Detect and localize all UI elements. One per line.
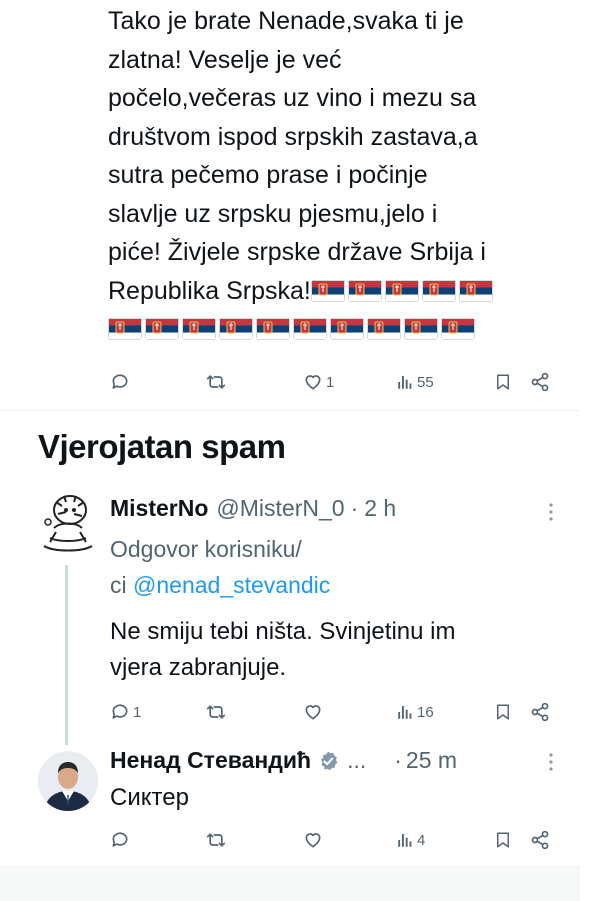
flag-emoji-group [108, 310, 578, 349]
reply-line: Ne smiju tebi ništa. Svinjetinu im [110, 618, 456, 645]
author-handle[interactable]: @MisterN_0 [216, 495, 344, 522]
serbia-flag-icon [310, 279, 345, 302]
share-button[interactable] [530, 830, 550, 850]
reply-text: Ne smiju tebi ništa. Svinjetinu im vjera… [110, 614, 455, 686]
retweet-icon [206, 705, 226, 719]
views-button[interactable]: 55 [396, 373, 434, 391]
serbia-flag-icon [367, 318, 401, 340]
tweet-text: Tako je brate Nenade,svaka ti je zlatna!… [108, 2, 578, 349]
like-button[interactable] [303, 830, 323, 850]
truncated-handle: ... [347, 747, 367, 773]
like-count: 1 [326, 373, 335, 391]
serbia-flag-icon [219, 318, 253, 340]
retweet-button[interactable] [205, 830, 227, 850]
serbia-flag-icon [145, 318, 179, 340]
reply-icon [112, 374, 128, 389]
bookmark-button[interactable] [494, 702, 512, 722]
views-button[interactable]: 16 [396, 703, 434, 721]
separator-dot: · [350, 495, 359, 521]
serbia-flag-icon [384, 279, 419, 302]
tweet-line: počelo,večeras uz vino i mezu sa [108, 84, 477, 112]
tweet-line: Republika Srpska! [108, 276, 311, 305]
reply-button[interactable]: 1 [110, 702, 141, 722]
reply-button[interactable] [110, 830, 130, 850]
like-button[interactable] [303, 702, 323, 722]
section-title: Vjerojatan spam [38, 428, 286, 465]
serbia-flag-icon [108, 318, 142, 340]
author-reply-actions: 4 [110, 826, 555, 854]
serbia-flag-icon [458, 279, 493, 302]
views-icon [398, 376, 412, 389]
author-name[interactable]: MisterNo [110, 495, 208, 522]
view-count: 4 [417, 831, 426, 849]
bookmark-button[interactable] [494, 372, 512, 392]
serbia-flag-icon [404, 318, 438, 340]
views-button[interactable]: 4 [396, 831, 425, 849]
share-icon [531, 702, 549, 722]
author-name[interactable]: Ненад Стевандић [110, 747, 311, 774]
share-button[interactable] [530, 372, 550, 392]
view-count: 55 [417, 373, 434, 391]
more-icon[interactable] [548, 502, 554, 522]
tweet-line-flags: Republika Srpska! [108, 272, 578, 311]
tweet-line: piće! Živjele srpske države Srbija i [108, 238, 486, 266]
reply-actions: 1 16 [110, 698, 555, 726]
bottom-separator [0, 866, 580, 901]
views-icon [398, 706, 412, 719]
mention-link[interactable]: @nenad_stevandic [133, 572, 330, 598]
divider [0, 410, 580, 411]
bookmark-icon [497, 832, 509, 848]
bookmark-button[interactable] [494, 830, 512, 850]
serbia-flag-icon [421, 279, 456, 302]
reply-icon [112, 832, 128, 847]
views-icon [398, 834, 412, 847]
heart-icon [305, 833, 321, 848]
heart-icon [305, 705, 321, 720]
replying-to-label: Odgovor korisniku/ [110, 536, 302, 562]
reply-header: MisterNo @MisterN_0 · 2 h [110, 495, 396, 522]
avatar[interactable] [36, 488, 100, 560]
more-icon[interactable] [548, 752, 554, 772]
timestamp[interactable]: 2 h [364, 495, 396, 522]
replying-to-label: ci [110, 572, 127, 598]
view-count: 16 [417, 703, 434, 721]
retweet-button[interactable] [205, 702, 227, 722]
share-button[interactable] [530, 702, 550, 722]
reply-count: 1 [133, 703, 142, 721]
share-icon [531, 372, 549, 392]
tweet-line: društvom ispod srpskih zastava,a [108, 122, 478, 151]
bookmark-icon [497, 374, 509, 390]
tweet-line: sutra pečemo prase i počinje [108, 161, 428, 189]
retweet-icon [206, 833, 226, 847]
tweet-line: zlatna! Veselje je već [108, 45, 342, 74]
reply-icon [112, 704, 128, 719]
avatar[interactable] [38, 751, 98, 811]
tweet-line: slavlje uz srpsku pjesmu,jelo i [108, 199, 438, 228]
serbia-flag-icon [293, 318, 327, 340]
serbia-flag-icon [182, 318, 216, 340]
serbia-flag-icon [256, 318, 290, 340]
serbia-flag-icon [330, 318, 364, 340]
serbia-flag-icon [441, 318, 475, 340]
tweet-line: Tako je brate Nenade,svaka ti je [108, 7, 464, 35]
tweet-actions: 1 55 [110, 368, 555, 396]
retweet-button[interactable] [205, 372, 227, 392]
replying-to: Odgovor korisniku/ ci @nenad_stevandic [110, 531, 330, 603]
reply-button[interactable] [110, 372, 130, 392]
timestamp[interactable]: 25 m [406, 747, 457, 774]
reply-header: Ненад Стевандић ... · 25 m [110, 747, 457, 774]
share-icon [531, 830, 549, 850]
thread-line [65, 565, 68, 745]
serbia-flag-icon [347, 279, 382, 302]
replying-to-line: ci @nenad_stevandic [110, 567, 330, 603]
retweet-icon [206, 375, 226, 389]
like-button[interactable]: 1 [303, 372, 334, 392]
author-reply-text: Сиктер [110, 784, 189, 811]
flag-emoji-group [310, 277, 496, 305]
reply-line: vjera zabranjuje. [110, 654, 287, 681]
verified-icon [317, 750, 339, 772]
separator-dot: · [394, 747, 402, 773]
bookmark-icon [497, 704, 509, 720]
heart-icon [305, 375, 321, 390]
